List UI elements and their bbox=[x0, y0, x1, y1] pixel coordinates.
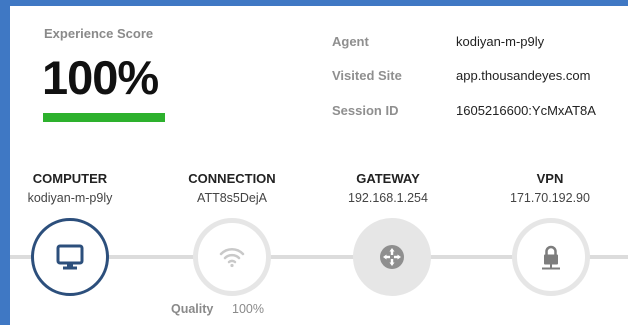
vpn-subtitle: 171.70.192.90 bbox=[510, 191, 590, 205]
visited-site-value: app.thousandeyes.com bbox=[456, 68, 591, 83]
agent-label: Agent bbox=[332, 34, 369, 49]
vpn-title: VPN bbox=[536, 171, 564, 186]
session-id-value: 1605216600:YcMxAT8A bbox=[456, 103, 596, 118]
connection-title: CONNECTION bbox=[188, 171, 276, 186]
computer-subtitle: kodiyan-m-p9ly bbox=[27, 191, 113, 205]
session-id-label: Session ID bbox=[332, 103, 399, 118]
experience-score-value: 100% bbox=[42, 51, 159, 104]
experience-score-label: Experience Score bbox=[44, 26, 154, 41]
visited-site-label: Visited Site bbox=[332, 68, 402, 83]
agent-value: kodiyan-m-p9ly bbox=[456, 34, 545, 49]
gateway-node[interactable] bbox=[353, 218, 431, 296]
experience-panel: Experience Score 100% Agent kodiyan-m-p9… bbox=[10, 6, 628, 325]
vpn-node[interactable] bbox=[512, 218, 590, 296]
computer-title: COMPUTER bbox=[32, 171, 108, 186]
gateway-subtitle: 192.168.1.254 bbox=[348, 191, 428, 205]
experience-score-bar-fill bbox=[43, 113, 165, 122]
connection-subtitle: ATT8s5DejA bbox=[197, 191, 267, 205]
computer-node[interactable] bbox=[31, 218, 109, 296]
quality-value: 100% bbox=[232, 302, 264, 316]
experience-score-bar bbox=[43, 113, 165, 122]
lock-icon bbox=[542, 245, 560, 270]
wifi-icon bbox=[219, 247, 245, 268]
quality-label: Quality bbox=[171, 302, 214, 316]
monitor-icon bbox=[56, 244, 84, 270]
router-icon bbox=[380, 245, 404, 269]
gateway-title: GATEWAY bbox=[356, 171, 420, 186]
connection-node[interactable] bbox=[193, 218, 271, 296]
